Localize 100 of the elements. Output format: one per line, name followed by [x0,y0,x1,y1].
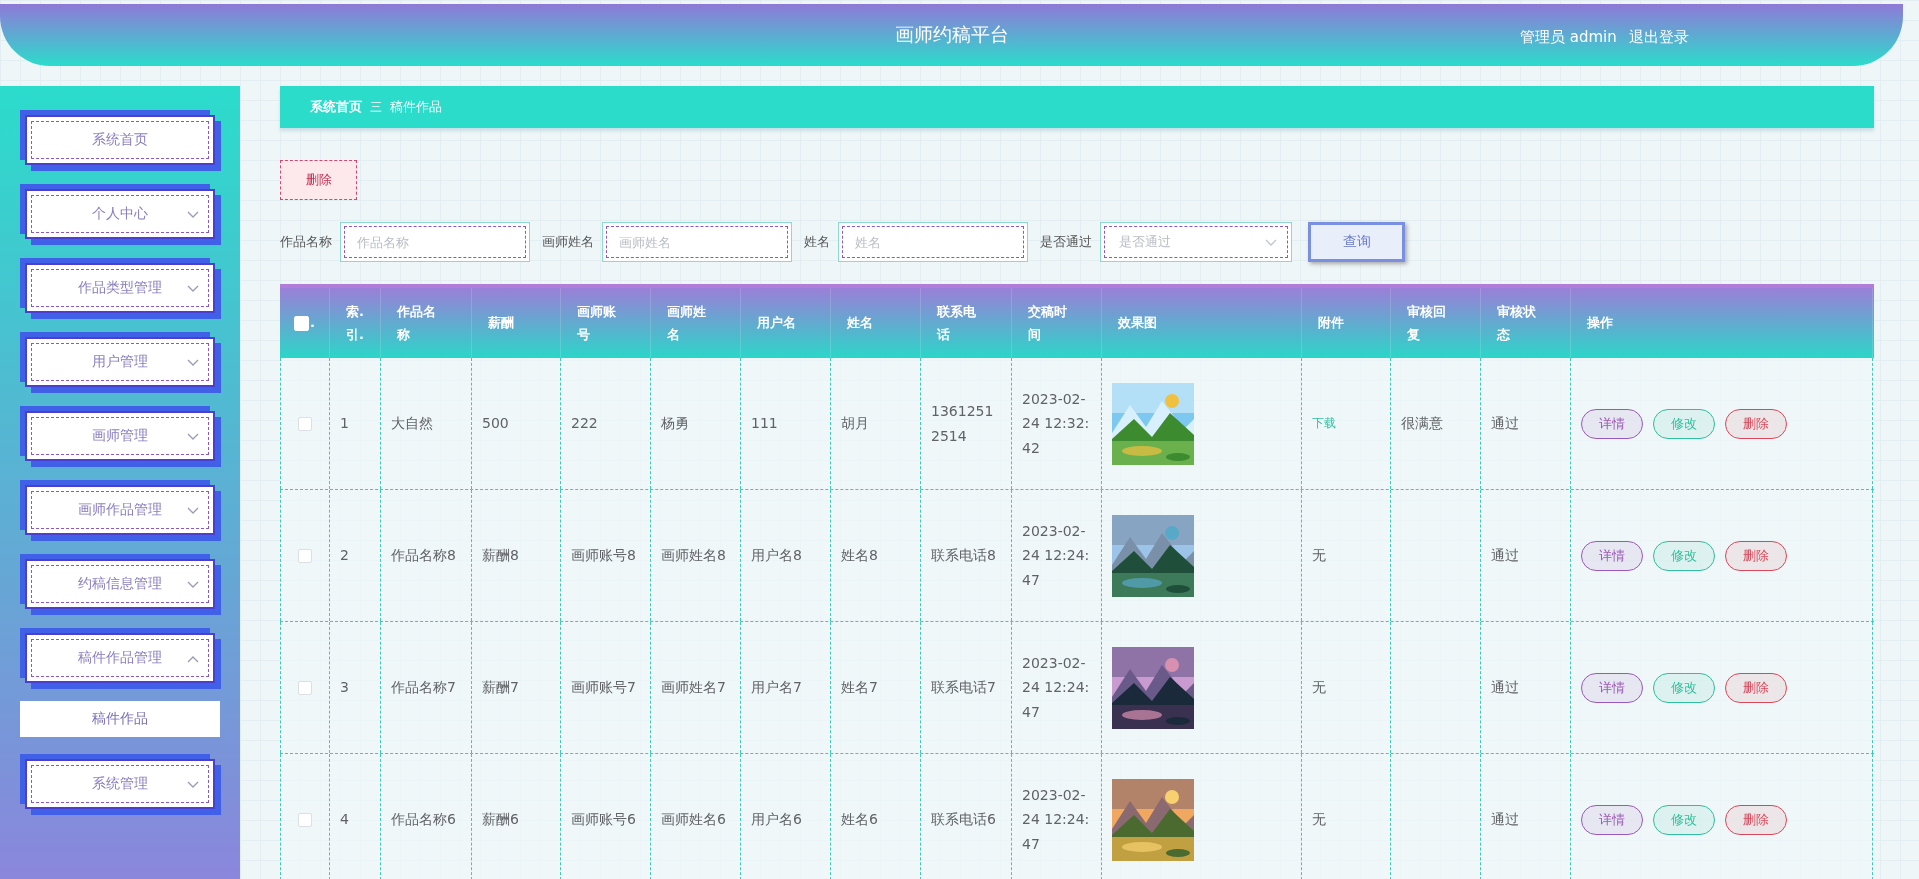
action-button[interactable]: 修改 [1653,804,1715,835]
table-cell-text: 很满意 [1401,414,1443,434]
table-cell-text: 通过 [1491,810,1519,830]
row-checkbox[interactable] [298,416,312,431]
table-cell-text: 222 [571,414,598,434]
breadcrumb-separator: 三 [370,98,382,116]
table-cell-text: 薪酬7 [482,678,519,698]
table-cell-text: 作品名称7 [391,678,456,698]
select-field[interactable]: 是否通过 [1100,222,1292,262]
header-mark: . [310,314,315,333]
field-label: 是否通过 [1040,233,1092,251]
column-header: 审核状态 [1497,302,1537,344]
column-header: 操作 [1587,314,1613,333]
column-header: 作品名称 [397,302,437,344]
column-header: 效果图 [1118,314,1157,333]
column-header: 薪酬 [488,314,514,333]
action-button[interactable]: 详情 [1581,672,1643,703]
table-cell-text: 2023-02-24 12:24:47 [1022,785,1091,854]
table-cell-text: 1 [340,414,349,434]
table-cell-text: 500 [482,414,509,434]
row-checkbox[interactable] [298,680,312,695]
table-cell-text: 薪酬8 [482,546,519,566]
table-cell-text: 胡月 [841,414,869,434]
table-cell-text: 通过 [1491,678,1519,698]
action-button[interactable]: 修改 [1653,540,1715,571]
input-field[interactable]: 画师姓名 [603,223,791,261]
chevron-icon [187,285,199,293]
chevron-icon [187,433,199,441]
table-cell-text: 联系电话8 [931,546,996,566]
table-cell-text: 2 [340,546,349,566]
table-cell-text: 通过 [1491,546,1519,566]
column-header: 姓名 [847,314,873,333]
chevron-icon [187,655,199,663]
table-cell-text: 联系电话6 [931,810,996,830]
table-cell-text: 画师账号8 [571,546,636,566]
table-cell-text: 姓名7 [841,678,878,698]
action-button[interactable]: 删除 [1725,408,1787,439]
table-cell-text: 无 [1312,546,1326,566]
submenu-item[interactable]: 稿件作品 [20,701,220,737]
table-cell-text: 杨勇 [661,414,689,434]
column-header: 联系电话 [937,302,977,344]
field-label: 姓名 [804,233,830,251]
action-button[interactable]: 删除 [1725,804,1787,835]
table-cell-text: 大自然 [391,414,433,434]
table-cell-text: 画师姓名8 [661,546,726,566]
table-cell-text: 2023-02-24 12:24:47 [1022,653,1091,722]
table-cell-text: 作品名称6 [391,810,456,830]
chevron-icon [1265,239,1277,247]
action-button[interactable]: 删除 [1725,672,1787,703]
select-all-checkbox[interactable] [294,315,309,331]
table-cell-text: 画师账号7 [571,678,636,698]
table-cell-text: 4 [340,810,349,830]
column-header: 画师姓名 [667,302,707,344]
table-cell-text: 画师姓名7 [661,678,726,698]
row-checkbox[interactable] [298,548,312,563]
table-cell-text: 联系电话7 [931,678,996,698]
chevron-icon [187,581,199,589]
column-header: 索.引. [346,302,364,344]
table-cell-text: 薪酬6 [482,810,519,830]
input-field[interactable]: 作品名称 [341,223,529,261]
download-link[interactable]: 下载 [1312,413,1336,434]
column-header: 交稿时间 [1028,302,1068,344]
table-cell-text: 3 [340,678,349,698]
table-cell-text: 用户名6 [751,810,802,830]
search-button[interactable]: 查询 [1308,222,1405,262]
column-header: 附件 [1318,314,1344,333]
table-cell-text: 2023-02-24 12:24:47 [1022,521,1091,590]
action-button[interactable]: 修改 [1653,408,1715,439]
table-cell-text: 作品名称8 [391,546,456,566]
chevron-icon [187,507,199,515]
action-button[interactable]: 详情 [1581,804,1643,835]
column-header: 审核回复 [1407,302,1447,344]
logout-link[interactable]: 退出登录 [1628,28,1689,47]
column-header: 用户名 [757,314,796,333]
chevron-icon [187,781,199,789]
action-button[interactable]: 详情 [1581,408,1643,439]
chevron-icon [187,359,199,367]
table-cell-text: 用户名8 [751,546,802,566]
site-title: 画师约稿平台 [894,22,1009,47]
table-cell-text: 无 [1312,678,1326,698]
table-cell-text: 通过 [1491,414,1519,434]
field-label: 作品名称 [280,233,332,251]
action-button[interactable]: 详情 [1581,540,1643,571]
delete-button[interactable]: 删除 [280,160,357,200]
action-button[interactable]: 修改 [1653,672,1715,703]
input-field[interactable]: 姓名 [839,223,1027,261]
user-label: 管理员 admin [1520,28,1617,47]
table-cell-text: 画师姓名6 [661,810,726,830]
table-cell-text: 姓名6 [841,810,878,830]
table-cell-text: 用户名7 [751,678,802,698]
row-checkbox[interactable] [298,812,312,827]
table-cell-text: 画师账号6 [571,810,636,830]
table-cell-text: 2023-02-24 12:32:42 [1022,389,1091,458]
table-cell-text: 无 [1312,810,1326,830]
column-header: 画师账号 [577,302,617,344]
table-cell-text: 111 [751,414,778,434]
chevron-icon [187,211,199,219]
action-button[interactable]: 删除 [1725,540,1787,571]
table-cell-text: 13612512514 [931,402,995,446]
table-cell-text: 姓名8 [841,546,878,566]
